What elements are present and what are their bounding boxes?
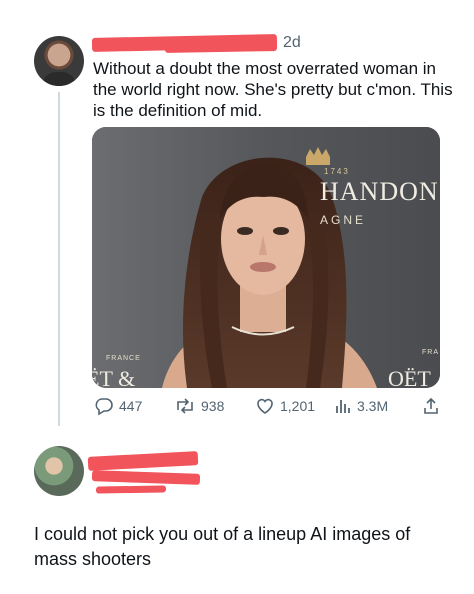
photo-illustration: [92, 127, 440, 388]
views-icon: [336, 400, 350, 413]
like-count: 1,201: [280, 398, 316, 414]
backdrop-text-moet-left: ËT &: [92, 366, 136, 388]
redacted-reply-handle: [91, 470, 201, 485]
reply-button[interactable]: 447: [94, 396, 142, 416]
reply-count: 447: [119, 398, 143, 414]
author-avatar[interactable]: [34, 36, 84, 86]
like-button[interactable]: 1,201: [255, 396, 315, 416]
repost-button[interactable]: 938: [174, 396, 224, 416]
backdrop-text-france: FRANCE: [106, 355, 141, 362]
repost-icon: [177, 398, 193, 414]
heart-icon: [257, 398, 273, 414]
thread-connector-line: [58, 92, 60, 426]
backdrop-text-moet-right: OËT: [388, 366, 431, 388]
backdrop-text-year: 1743: [324, 167, 350, 176]
redacted-author-handle: [164, 43, 278, 53]
redacted-reply-name: [87, 451, 199, 471]
reply-icon: [95, 398, 113, 416]
backdrop-text-chandon: HANDON: [320, 177, 439, 206]
repost-count: 938: [201, 398, 225, 414]
post-image[interactable]: 1743 HANDON AGNE FRANCE ËT & OËT FRA: [92, 127, 440, 388]
reply-text: I could not pick you out of a lineup AI …: [34, 524, 411, 569]
view-count: 3.3M: [357, 398, 389, 414]
reply-author-avatar[interactable]: [34, 446, 84, 496]
backdrop-text-champagne: AGNE: [320, 213, 367, 227]
share-button[interactable]: [422, 396, 440, 416]
redacted-reply-extra: [95, 485, 167, 494]
post-actions: 447 938 1,201 3.3M: [92, 396, 442, 418]
views-button[interactable]: 3.3M: [334, 396, 388, 416]
post-text: Without a doubt the most overrated woman…: [93, 59, 453, 120]
backdrop-text-france-right: FRA: [422, 349, 439, 356]
share-icon: [424, 397, 438, 414]
post-timestamp[interactable]: 2d: [283, 34, 301, 52]
